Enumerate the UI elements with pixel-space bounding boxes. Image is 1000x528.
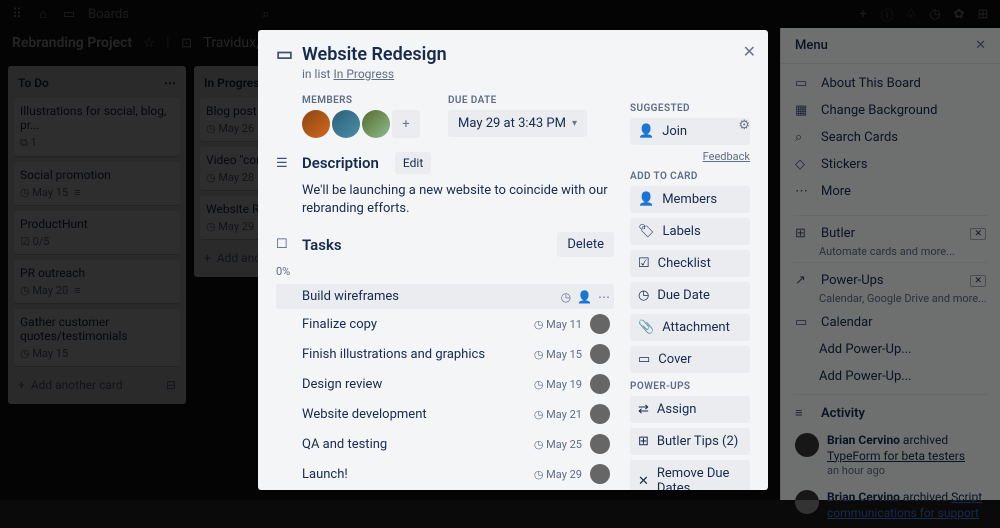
powerups-label: POWER-UPS bbox=[630, 381, 750, 392]
checklist-item[interactable]: Website development◷ May 21 bbox=[276, 399, 614, 429]
checklist-item[interactable]: Finish illustrations and graphics◷ May 1… bbox=[276, 339, 614, 369]
due-date-button[interactable]: May 29 at 3:43 PM▾ bbox=[448, 110, 587, 137]
side-icon: ⇄ bbox=[638, 402, 649, 417]
suggested-label: SUGGESTED bbox=[630, 103, 750, 114]
close-icon[interactable]: ✕ bbox=[743, 42, 756, 61]
feedback-link[interactable]: Feedback bbox=[630, 150, 750, 163]
progress-label: 0% bbox=[276, 265, 614, 278]
clock-icon[interactable]: ◷ bbox=[561, 290, 571, 304]
description-icon: ☰ bbox=[276, 156, 292, 171]
card-title[interactable]: Website Redesign bbox=[302, 44, 447, 65]
powerup-button[interactable]: ✕Remove Due Dates bbox=[630, 460, 750, 490]
add-to-card-label: ADD TO CARD bbox=[630, 171, 750, 182]
task-avatar[interactable] bbox=[590, 374, 610, 394]
checklist-item[interactable]: Launch!◷ May 29 bbox=[276, 459, 614, 489]
member-avatar[interactable] bbox=[362, 110, 390, 138]
member-avatar[interactable] bbox=[302, 110, 330, 138]
checklist-item[interactable]: Build wireframes◷👤⋯ bbox=[276, 284, 614, 309]
task-date[interactable]: ◷ May 29 bbox=[534, 468, 582, 481]
task-avatar[interactable] bbox=[590, 404, 610, 424]
side-button[interactable]: 🏷Labels bbox=[630, 218, 750, 245]
checklist-title[interactable]: Tasks bbox=[302, 236, 342, 254]
checklist-item[interactable]: QA and testing◷ May 25 bbox=[276, 429, 614, 459]
side-button[interactable]: ☑Checklist bbox=[630, 250, 750, 277]
side-icon: ▭ bbox=[638, 352, 650, 367]
add-member-button[interactable]: + bbox=[392, 110, 420, 138]
powerup-button[interactable]: ⇄Assign bbox=[630, 396, 750, 423]
card-icon: ▭ bbox=[276, 44, 292, 65]
join-button[interactable]: 👤Join bbox=[630, 118, 750, 145]
list-link[interactable]: In Progress bbox=[333, 67, 394, 81]
members-label: MEMBERS bbox=[302, 95, 420, 106]
side-icon: 👤 bbox=[638, 192, 654, 207]
side-icon: ⊞ bbox=[638, 434, 649, 449]
task-avatar[interactable] bbox=[590, 344, 610, 364]
task-avatar[interactable] bbox=[590, 464, 610, 484]
task-date[interactable]: ◷ May 25 bbox=[534, 438, 582, 451]
side-button[interactable]: 📎Attachment bbox=[630, 314, 750, 341]
user-icon: 👤 bbox=[638, 124, 654, 139]
side-button[interactable]: 👤Members bbox=[630, 186, 750, 213]
side-button[interactable]: ▭Cover bbox=[630, 346, 750, 373]
side-icon: 🏷 bbox=[638, 224, 655, 239]
task-date[interactable]: ◷ May 15 bbox=[534, 348, 582, 361]
side-icon: 📎 bbox=[638, 320, 654, 335]
card-modal: ✕ ▭ Website Redesign in list In Progress… bbox=[258, 30, 768, 490]
task-date[interactable]: ◷ May 19 bbox=[534, 378, 582, 391]
edit-button[interactable]: Edit bbox=[395, 152, 431, 174]
task-avatar[interactable] bbox=[590, 434, 610, 454]
description-text[interactable]: We'll be launching a new website to coin… bbox=[302, 182, 614, 218]
chevron-down-icon: ▾ bbox=[572, 118, 577, 129]
due-date-label: DUE DATE bbox=[448, 95, 587, 106]
side-icon: ◷ bbox=[638, 288, 649, 303]
checklist-icon: ☐ bbox=[276, 237, 292, 252]
assign-icon[interactable]: 👤 bbox=[577, 290, 592, 304]
side-icon: ✕ bbox=[638, 474, 649, 489]
task-avatar[interactable] bbox=[590, 314, 610, 334]
gear-icon[interactable]: ⚙ bbox=[738, 118, 750, 133]
checklist-item[interactable]: Design review◷ May 19 bbox=[276, 369, 614, 399]
powerup-button[interactable]: ⊞Butler Tips (2) bbox=[630, 428, 750, 455]
checklist-item[interactable]: Finalize copy◷ May 11 bbox=[276, 309, 614, 339]
more-icon[interactable]: ⋯ bbox=[598, 290, 610, 304]
side-icon: ☑ bbox=[638, 256, 650, 271]
delete-button[interactable]: Delete bbox=[557, 232, 614, 257]
side-button[interactable]: ◷Due Date bbox=[630, 282, 750, 309]
task-date[interactable]: ◷ May 21 bbox=[534, 408, 582, 421]
description-title: Description bbox=[302, 154, 379, 172]
member-avatar[interactable] bbox=[332, 110, 360, 138]
task-date[interactable]: ◷ May 11 bbox=[534, 318, 582, 331]
